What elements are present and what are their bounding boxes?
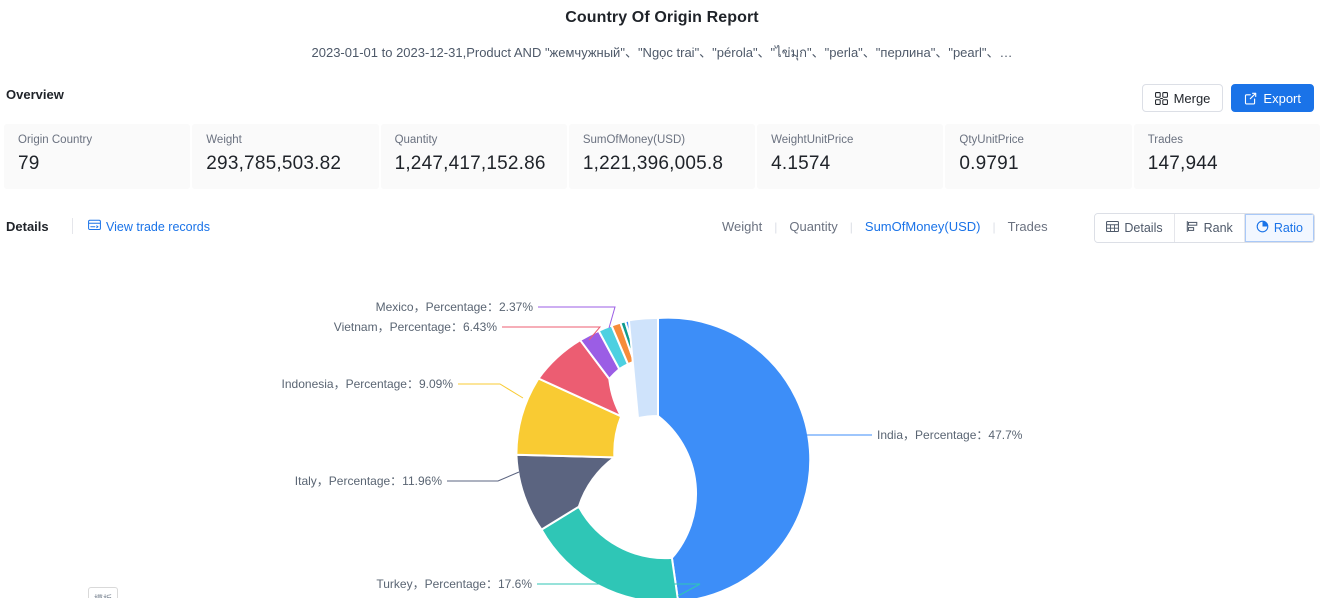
ratio-donut-chart: India，Percentage：47.7% Turkey，Percentage… [0, 248, 1324, 598]
stat-card-value: 79 [18, 153, 40, 174]
stat-cards: Origin Country 79 Weight 293,785,503.82 … [4, 124, 1320, 189]
details-title: Details [6, 219, 49, 234]
stat-card-value: 147,944 [1147, 153, 1218, 174]
stat-card-value: 4.1574 [771, 153, 831, 174]
view-trade-records-label: View trade records [106, 219, 210, 234]
leader-line-indonesia [458, 383, 524, 399]
metric-tab-trades[interactable]: Trades [1004, 219, 1052, 234]
page-title: Country Of Origin Report [565, 9, 759, 26]
view-toggle-group: Details Rank Ratio [1094, 213, 1315, 243]
report-subtitle: 2023-01-01 to 2023-12-31,Product AND "же… [311, 45, 1013, 60]
donut-label-italy: Italy，Percentage：11.96% [295, 474, 443, 488]
stat-card-value: 0.9791 [959, 153, 1019, 174]
bar-chart-icon [1186, 220, 1199, 236]
stat-card-label: Trades [1147, 134, 1184, 146]
export-button[interactable]: Export [1231, 84, 1314, 112]
metric-separator: | [849, 219, 853, 234]
export-button-label: Export [1263, 90, 1301, 106]
view-toggle-ratio[interactable]: Ratio [1244, 214, 1314, 242]
export-icon [1244, 92, 1257, 105]
stat-card-label: SumOfMoney(USD) [582, 134, 686, 146]
divider [72, 218, 73, 234]
stat-card-label: Weight [206, 134, 242, 146]
leader-line-italy [447, 471, 520, 482]
donut-chart-svg: India，Percentage：47.7% Turkey，Percentage… [282, 300, 1023, 598]
view-toggle-ratio-label: Ratio [1273, 221, 1303, 235]
stat-card-label: Origin Country [18, 134, 93, 146]
donut-label-mexico: Mexico，Percentage：2.37% [376, 300, 534, 314]
metric-tab-quantity[interactable]: Quantity [785, 219, 841, 234]
template-float-button[interactable]: 模板 [88, 587, 118, 598]
stat-card-value: 293,785,503.82 [206, 153, 342, 174]
merge-button-label: Merge [1173, 90, 1211, 106]
details-bar: Details View trade records Weight | Quan… [0, 213, 1324, 247]
metric-separator: | [992, 219, 996, 234]
stat-card-value: 1,221,396,005.8 [582, 153, 724, 174]
overview-label: Overview [6, 87, 64, 102]
donut-label-turkey: Turkey，Percentage：17.6% [376, 577, 532, 591]
merge-button[interactable]: Merge [1141, 84, 1224, 112]
overview-bar: Overview Merge Export [0, 84, 1324, 112]
metric-tab-sum-of-money[interactable]: SumOfMoney(USD) [861, 219, 985, 234]
stat-card-trades: Trades 147,944 [1133, 124, 1320, 189]
view-toggle-rank-label: Rank [1203, 221, 1233, 235]
donut-slice-india[interactable] [657, 316, 812, 598]
stat-card-weight-unit-price: WeightUnitPrice 4.1574 [757, 124, 944, 189]
view-toggle-rank[interactable]: Rank [1174, 214, 1245, 242]
view-toggle-details[interactable]: Details [1095, 214, 1175, 242]
donut-label-vietnam: Vietnam，Percentage：6.43% [334, 320, 498, 334]
stat-card-label: Quantity [394, 134, 438, 146]
view-trade-records-link[interactable]: View trade records [88, 219, 210, 234]
stat-card-origin-country: Origin Country 79 [4, 124, 191, 189]
metric-separator: | [774, 219, 778, 234]
stat-card-weight: Weight 293,785,503.82 [192, 124, 379, 189]
leader-line-mexico [538, 306, 616, 329]
stat-card-label: WeightUnitPrice [771, 134, 854, 146]
stat-card-value: 1,247,417,152.86 [394, 153, 546, 174]
header-actions: Merge Export [1141, 84, 1314, 112]
metric-tabs: Weight | Quantity | SumOfMoney(USD) | Tr… [718, 219, 1052, 234]
view-toggle-details-label: Details [1124, 221, 1163, 235]
stat-card-qty-unit-price: QtyUnitPrice 0.9791 [945, 124, 1132, 189]
donut-slices [515, 316, 812, 598]
donut-label-india: India，Percentage：47.7% [877, 428, 1023, 442]
table-icon [1106, 220, 1120, 236]
report-page: Country Of Origin Report 2023-01-01 to 2… [0, 0, 1324, 598]
donut-slice-other-5[interactable] [627, 316, 659, 420]
merge-icon [1154, 91, 1168, 105]
stat-card-label: QtyUnitPrice [959, 134, 1024, 146]
stat-card-quantity: Quantity 1,247,417,152.86 [380, 124, 567, 189]
donut-label-indonesia: Indonesia，Percentage：9.09% [282, 377, 454, 391]
trade-records-icon [88, 219, 101, 234]
metric-tab-weight[interactable]: Weight [718, 219, 766, 234]
pie-chart-icon [1256, 220, 1269, 236]
stat-card-sum-of-money: SumOfMoney(USD) 1,221,396,005.8 [568, 124, 756, 189]
